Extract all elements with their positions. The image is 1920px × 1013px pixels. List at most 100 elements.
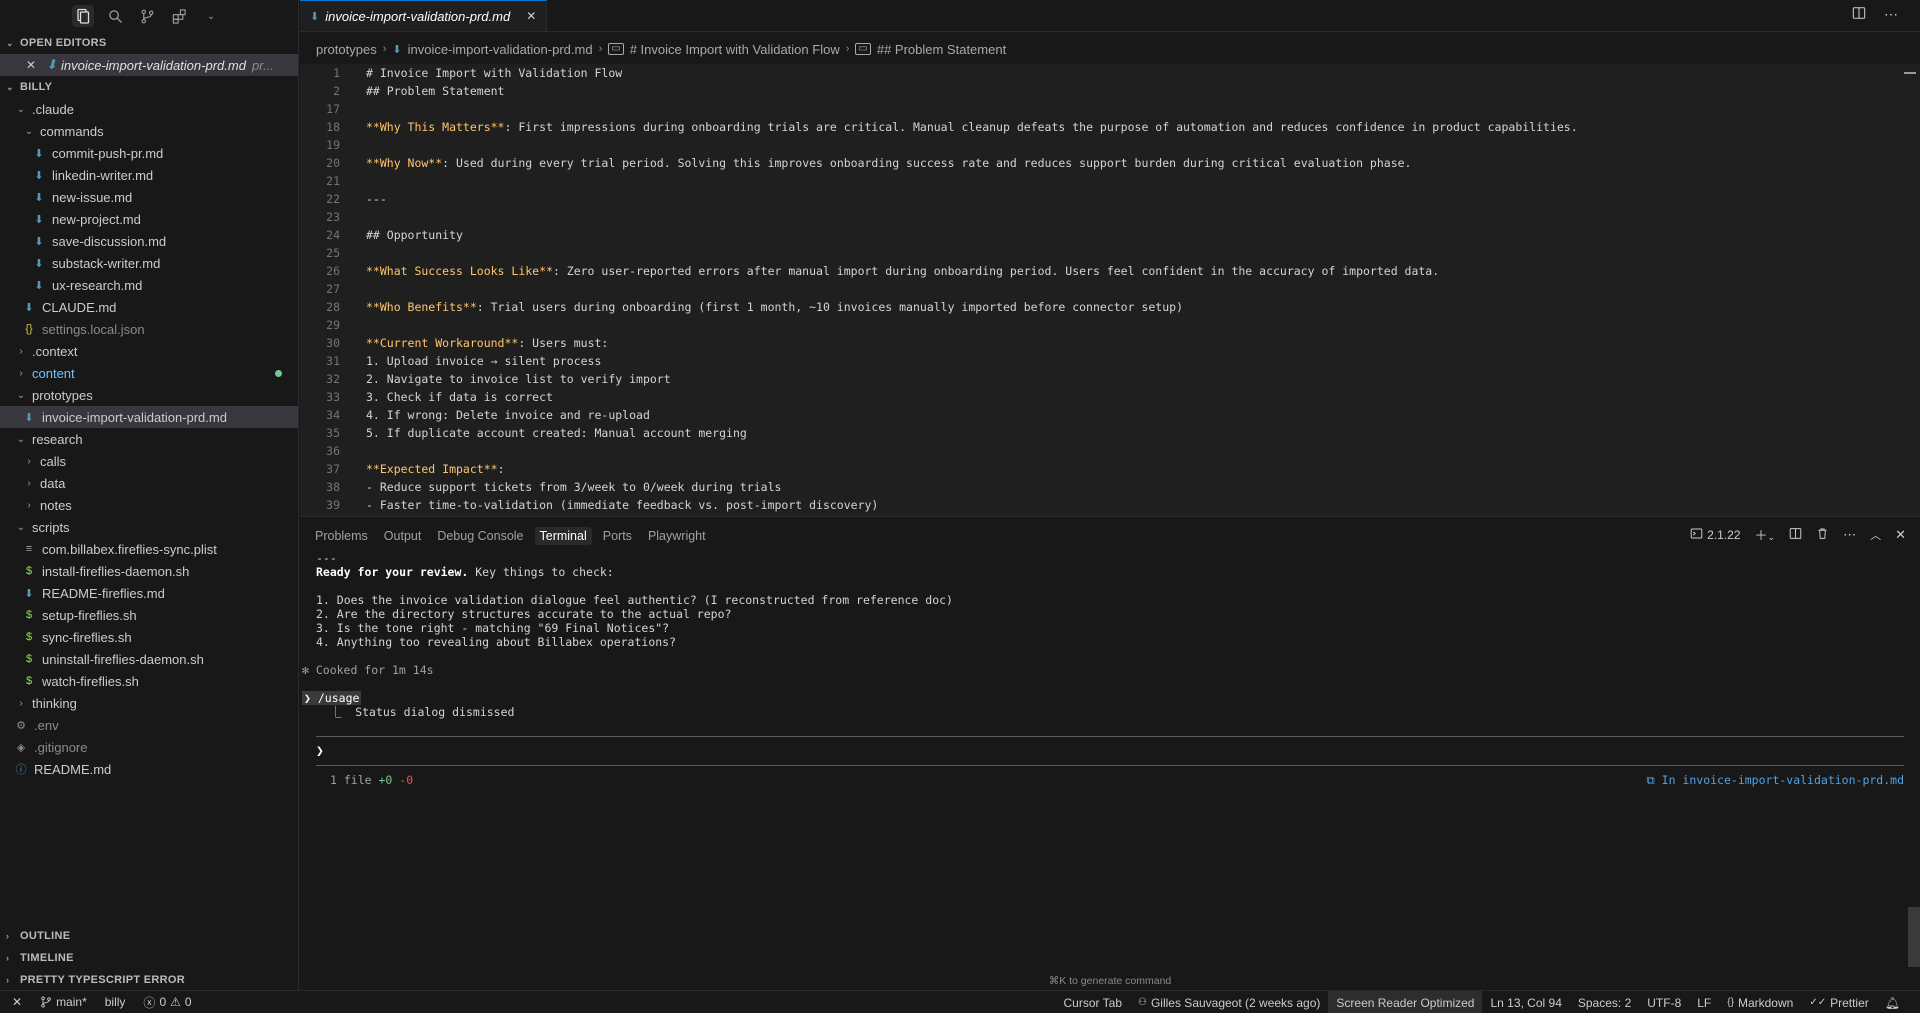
markdown-file-icon: ⬇ bbox=[24, 587, 34, 600]
tree-file-linkedin-writer[interactable]: ⬇ linkedin-writer.md bbox=[0, 164, 298, 186]
split-editor-icon[interactable] bbox=[1852, 6, 1866, 23]
more-actions-icon[interactable]: ⋯ bbox=[1843, 527, 1856, 543]
tree-file-settings-local[interactable]: {} settings.local.json bbox=[0, 318, 298, 340]
search-icon[interactable] bbox=[104, 5, 126, 27]
terminal-output[interactable]: --- Ready for your review. Key things to… bbox=[302, 551, 1906, 719]
terminal-scrollbar[interactable] bbox=[1908, 907, 1920, 967]
tree-file-plist[interactable]: ≡ com.billabex.fireflies-sync.plist bbox=[0, 538, 298, 560]
breadcrumb-file[interactable]: invoice-import-validation-prd.md bbox=[408, 42, 593, 57]
tree-file-new-project[interactable]: ⬇ new-project.md bbox=[0, 208, 298, 230]
breadcrumb-heading-1[interactable]: # Invoice Import with Validation Flow bbox=[630, 42, 840, 57]
tree-file-watch-fireflies[interactable]: $ watch-fireflies.sh bbox=[0, 670, 298, 692]
tree-file-env[interactable]: ⚙ .env bbox=[0, 714, 298, 736]
screen-reader-mode[interactable]: Screen Reader Optimized bbox=[1328, 991, 1483, 1013]
split-terminal-icon[interactable] bbox=[1789, 527, 1802, 543]
workspace-header[interactable]: ⌄ BILLY bbox=[0, 76, 298, 98]
end-of-line[interactable]: LF bbox=[1689, 991, 1719, 1013]
person-icon: ⚇ bbox=[1138, 997, 1147, 1008]
close-icon[interactable]: ✕ bbox=[1895, 527, 1906, 543]
tree-folder-context[interactable]: › .context bbox=[0, 340, 298, 362]
symbol-icon: ▭ bbox=[608, 43, 624, 55]
chevron-down-icon[interactable]: ⌄ bbox=[1768, 532, 1776, 542]
more-actions-icon[interactable]: ⋯ bbox=[1884, 6, 1898, 23]
branch-indicator[interactable]: main* bbox=[38, 991, 89, 1013]
prettier-status[interactable]: ✓✓ Prettier bbox=[1801, 991, 1876, 1013]
open-editor-item[interactable]: ✕ ⬇ invoice-import-validation-prd.md pr.… bbox=[0, 54, 298, 76]
current-file-link[interactable]: ⧉ In invoice-import-validation-prd.md bbox=[1647, 773, 1904, 788]
tab-ports[interactable]: Ports bbox=[598, 527, 637, 545]
tree-file-readme-fireflies[interactable]: ⬇ README-fireflies.md bbox=[0, 582, 298, 604]
cursor-tab-status[interactable]: Cursor Tab bbox=[1056, 991, 1130, 1013]
explorer-icon[interactable] bbox=[72, 5, 94, 27]
outline-header[interactable]: › OUTLINE bbox=[0, 925, 299, 947]
code-line: 34 4. If wrong: Delete invoice and re-upl… bbox=[300, 406, 1920, 424]
tree-file-sync-fireflies[interactable]: $ sync-fireflies.sh bbox=[0, 626, 298, 648]
tab-output[interactable]: Output bbox=[379, 527, 427, 545]
language-mode[interactable]: {} Markdown bbox=[1719, 991, 1801, 1013]
code-line: 33 3. Check if data is correct bbox=[300, 388, 1920, 406]
bold-markup: **Who Benefits** bbox=[366, 300, 477, 314]
git-blame[interactable]: ⚇ Gilles Sauvageot (2 weeks ago) bbox=[1130, 991, 1328, 1013]
line-number: 20 bbox=[326, 156, 340, 170]
tree-folder-thinking[interactable]: › thinking bbox=[0, 692, 298, 714]
tree-folder-research[interactable]: ⌄ research bbox=[0, 428, 298, 450]
tree-folder-claude[interactable]: ⌄ .claude bbox=[0, 98, 298, 120]
encoding[interactable]: UTF-8 bbox=[1639, 991, 1689, 1013]
tab-playwright[interactable]: Playwright bbox=[643, 527, 711, 545]
tree-file-install-daemon[interactable]: $ install-fireflies-daemon.sh bbox=[0, 560, 298, 582]
panel-actions: 2.1.22 ＋⌄ ⋯ ︿ ✕ bbox=[1690, 525, 1906, 544]
tree-folder-commands[interactable]: ⌄ commands bbox=[0, 120, 298, 142]
tree-file-ux-research[interactable]: ⬇ ux-research.md bbox=[0, 274, 298, 296]
source-control-icon[interactable] bbox=[136, 5, 158, 27]
line-text: - Faster time-to-validation (immediate f… bbox=[366, 498, 878, 512]
tab-debug-console[interactable]: Debug Console bbox=[432, 527, 528, 545]
tree-file-gitignore[interactable]: ◈ .gitignore bbox=[0, 736, 298, 758]
code-editor[interactable]: 1 # Invoice Import with Validation Flow 2 #… bbox=[300, 64, 1920, 516]
tree-file-readme[interactable]: ⓘ README.md bbox=[0, 758, 298, 780]
line-text: **Current Workaround**: Users must: bbox=[366, 336, 608, 350]
tree-folder-notes[interactable]: › notes bbox=[0, 494, 298, 516]
tree-folder-prototypes[interactable]: ⌄ prototypes bbox=[0, 384, 298, 406]
tree-file-commit-push-pr[interactable]: ⬇ commit-push-pr.md bbox=[0, 142, 298, 164]
open-editors-header[interactable]: ⌄ OPEN EDITORS bbox=[0, 32, 298, 54]
pretty-ts-error-header[interactable]: › PRETTY TYPESCRIPT ERROR bbox=[0, 969, 299, 991]
tree-folder-content[interactable]: › content bbox=[0, 362, 298, 384]
tree-file-uninstall-daemon[interactable]: $ uninstall-fireflies-daemon.sh bbox=[0, 648, 298, 670]
tree-folder-calls[interactable]: › calls bbox=[0, 450, 298, 472]
remote-icon[interactable]: ✕ bbox=[10, 991, 24, 1013]
markdown-file-icon: ⬇ bbox=[24, 411, 34, 424]
tree-folder-data[interactable]: › data bbox=[0, 472, 298, 494]
problems-indicator[interactable]: ⓧ 0 ⚠ 0 bbox=[141, 991, 193, 1013]
editor-tab[interactable]: ⬇ invoice-import-validation-prd.md ✕ bbox=[300, 0, 548, 31]
chevron-right-icon: › bbox=[6, 953, 10, 963]
tree-folder-scripts[interactable]: ⌄ scripts bbox=[0, 516, 298, 538]
tree-file-new-issue[interactable]: ⬇ new-issue.md bbox=[0, 186, 298, 208]
shell-file-icon: $ bbox=[25, 653, 33, 665]
chevron-down-icon[interactable]: ⌄ bbox=[200, 5, 222, 27]
cursor-position[interactable]: Ln 13, Col 94 bbox=[1482, 991, 1569, 1013]
close-icon[interactable]: ✕ bbox=[26, 58, 36, 72]
tree-file-setup-fireflies[interactable]: $ setup-fireflies.sh bbox=[0, 604, 298, 626]
markdown-file-icon: ⬇ bbox=[34, 235, 44, 248]
timeline-header[interactable]: › TIMELINE bbox=[0, 947, 299, 969]
maximize-panel-icon[interactable]: ︿ bbox=[1870, 527, 1881, 543]
line-content: - Reduce support tickets from 3/week to … bbox=[366, 480, 782, 494]
notifications-icon[interactable]: 🔔︎ bbox=[1877, 991, 1908, 1013]
tree-file-substack-writer[interactable]: ⬇ substack-writer.md bbox=[0, 252, 298, 274]
tree-file-claude-md[interactable]: ⬇ CLAUDE.md bbox=[0, 296, 298, 318]
close-icon[interactable]: ✕ bbox=[526, 9, 536, 23]
breadcrumb-heading-2[interactable]: ## Problem Statement bbox=[877, 42, 1006, 57]
tab-problems[interactable]: Problems bbox=[310, 527, 373, 545]
breadcrumb-folder[interactable]: prototypes bbox=[316, 42, 377, 57]
terminal-selector[interactable]: 2.1.22 bbox=[1690, 527, 1741, 543]
tree-file-invoice-prd[interactable]: ⬇ invoice-import-validation-prd.md bbox=[0, 406, 298, 428]
tree-file-save-discussion[interactable]: ⬇ save-discussion.md bbox=[0, 230, 298, 252]
indentation[interactable]: Spaces: 2 bbox=[1570, 991, 1639, 1013]
line-number: 28 bbox=[326, 300, 340, 314]
extensions-icon[interactable] bbox=[168, 5, 190, 27]
trash-icon[interactable] bbox=[1816, 527, 1829, 543]
terminal-input[interactable]: ❯ bbox=[316, 736, 1904, 766]
new-terminal-icon[interactable]: ＋⌄ bbox=[1755, 525, 1776, 544]
tab-terminal[interactable]: Terminal bbox=[534, 527, 592, 545]
workspace-indicator[interactable]: billy bbox=[103, 991, 128, 1013]
